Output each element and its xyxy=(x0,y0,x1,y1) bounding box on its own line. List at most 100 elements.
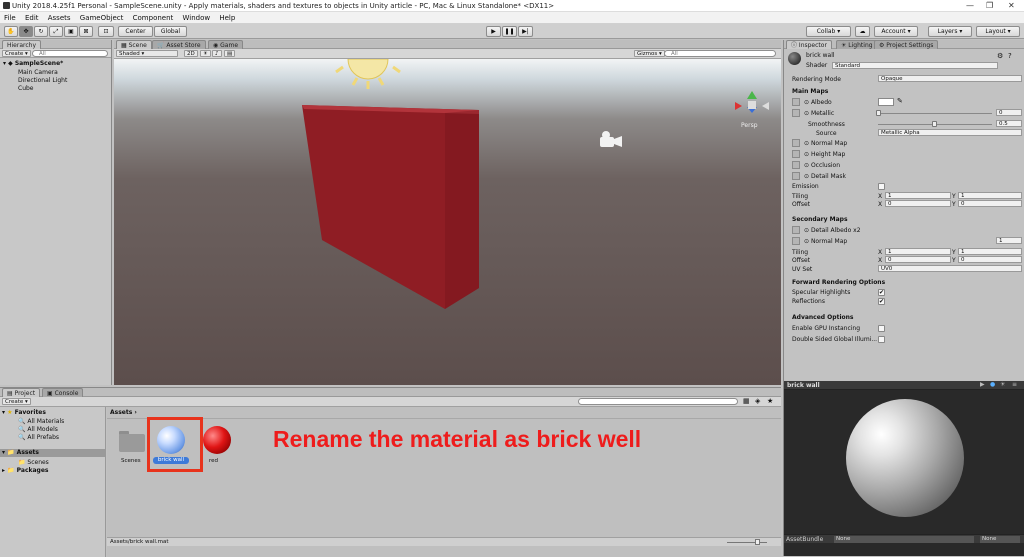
menu-help[interactable]: Help xyxy=(219,12,235,24)
collab-button[interactable]: Collab ▾ xyxy=(806,26,851,37)
metallic-value-field[interactable]: 0 xyxy=(996,109,1022,116)
offset-x-field[interactable]: 0 xyxy=(885,200,951,207)
assets-folder-node[interactable]: ▾ 📁 Assets xyxy=(0,449,105,457)
menu-file[interactable]: File xyxy=(4,12,16,24)
normal-map-slot[interactable] xyxy=(792,139,800,147)
scene-root-item[interactable]: ▾ ◆ SampleScene* xyxy=(3,60,63,67)
audio-toggle-icon[interactable]: ♪ xyxy=(212,50,222,57)
packages-folder-node[interactable]: ▸ 📁 Packages xyxy=(2,467,49,474)
emission-checkbox[interactable] xyxy=(878,183,885,190)
tab-project-settings[interactable]: ⚙ Project Settings xyxy=(874,40,939,49)
lighting-toggle-icon[interactable]: ☀ xyxy=(200,50,211,57)
metallic-slider-thumb[interactable] xyxy=(876,110,881,116)
menu-window[interactable]: Window xyxy=(183,12,211,24)
tab-game[interactable]: ◉ Game xyxy=(208,40,244,49)
tab-asset-store[interactable]: 🛒 Asset Store xyxy=(152,40,206,49)
hand-tool-icon[interactable]: ✋ xyxy=(4,26,18,37)
tab-lighting[interactable]: ☀ Lighting xyxy=(836,40,878,49)
metallic-texture-slot[interactable] xyxy=(792,109,800,117)
minimize-icon[interactable]: — xyxy=(966,1,974,10)
favorite-item[interactable]: 🔍 All Models xyxy=(18,426,58,433)
menu-assets[interactable]: Assets xyxy=(48,12,71,24)
pivot-center-button[interactable]: Center xyxy=(118,26,153,37)
hierarchy-search-input[interactable]: All xyxy=(32,50,108,57)
layers-dropdown[interactable]: Layers ▾ xyxy=(928,26,972,37)
favorite-item[interactable]: 🔍 All Materials xyxy=(18,418,64,425)
favorite-item[interactable]: 🔍 All Prefabs xyxy=(18,434,59,441)
cube-wall[interactable] xyxy=(302,105,479,309)
rect-tool-icon[interactable]: ▣ xyxy=(64,26,78,37)
albedo-color-swatch[interactable] xyxy=(878,98,894,106)
gpu-instancing-checkbox[interactable] xyxy=(878,325,885,332)
rotate-tool-icon[interactable]: ↻ xyxy=(34,26,48,37)
space-global-button[interactable]: Global xyxy=(154,26,187,37)
offset2-x-field[interactable]: 0 xyxy=(885,256,951,263)
maximize-icon[interactable]: ❐ xyxy=(986,1,993,10)
icon-size-slider-thumb[interactable] xyxy=(755,539,760,545)
step-icon[interactable]: ▶| xyxy=(518,26,533,37)
source-dropdown[interactable]: Metallic Alpha xyxy=(878,129,1022,136)
asset-label-brick-wall[interactable]: brick wall xyxy=(153,457,189,464)
assets-breadcrumb[interactable]: Assets › xyxy=(110,409,137,416)
reflections-checkbox[interactable]: ✔ xyxy=(878,298,885,305)
uv-set-dropdown[interactable]: UV0 xyxy=(878,265,1022,272)
asset-item-red[interactable] xyxy=(203,426,231,454)
tiling-y-field[interactable]: 1 xyxy=(958,192,1022,199)
gizmos-dropdown[interactable]: Gizmos ▾ xyxy=(634,50,665,57)
search-by-label-icon[interactable]: ◈ xyxy=(755,397,760,405)
asset-item-scenes[interactable] xyxy=(117,429,147,453)
icon-size-slider[interactable] xyxy=(727,542,767,543)
assetbundle-dropdown[interactable]: None xyxy=(834,536,974,543)
tab-project[interactable]: ▤ Project xyxy=(2,388,41,397)
detail-albedo-slot[interactable] xyxy=(792,226,800,234)
eyedropper-icon[interactable]: ✎ xyxy=(897,97,903,105)
scale-tool-icon[interactable]: ⤢ xyxy=(49,26,63,37)
preview-play-icon[interactable]: ▶ xyxy=(980,381,985,388)
inspector-settings-icon[interactable]: ⚙ xyxy=(997,52,1003,60)
preview-sphere-icon[interactable]: ● xyxy=(990,381,995,388)
menu-gameobject[interactable]: GameObject xyxy=(80,12,124,24)
scenes-folder-node[interactable]: 📁 Scenes xyxy=(18,459,49,466)
menu-edit[interactable]: Edit xyxy=(25,12,39,24)
detail-mask-slot[interactable] xyxy=(792,172,800,180)
tiling-x-field[interactable]: 1 xyxy=(885,192,951,199)
mode-2d-toggle[interactable]: 2D xyxy=(184,50,198,57)
layout-dropdown[interactable]: Layout ▾ xyxy=(976,26,1020,37)
play-icon[interactable]: ▶ xyxy=(486,26,501,37)
menu-component[interactable]: Component xyxy=(133,12,174,24)
orientation-gizmo-icon[interactable] xyxy=(735,91,769,113)
effects-toggle-icon[interactable]: ▤ xyxy=(224,50,236,57)
placeholder-tool-icon[interactable]: ⊡ xyxy=(98,26,114,37)
offset2-y-field[interactable]: 0 xyxy=(958,256,1022,263)
secondary-normal-map-slot[interactable] xyxy=(792,237,800,245)
cloud-icon[interactable]: ☁ xyxy=(855,26,870,37)
favorites-star-icon[interactable]: ★ xyxy=(767,397,773,405)
metallic-slider[interactable] xyxy=(878,113,992,114)
inspector-help-icon[interactable]: ? xyxy=(1008,52,1012,60)
search-by-type-icon[interactable]: ▦ xyxy=(743,397,750,405)
project-search-input[interactable] xyxy=(578,398,738,405)
preview-sphere[interactable] xyxy=(846,399,964,517)
preview-light-icon[interactable]: ☀ xyxy=(1000,381,1005,388)
variant-dropdown[interactable]: None xyxy=(980,536,1020,543)
account-dropdown[interactable]: Account ▾ xyxy=(874,26,918,37)
close-icon[interactable]: ✕ xyxy=(1008,1,1015,10)
asset-item-brick-wall[interactable] xyxy=(157,426,185,454)
favorites-node[interactable]: ▾ ★ Favorites xyxy=(2,409,46,416)
shader-dropdown[interactable]: Standard xyxy=(832,62,998,69)
scene-search-input[interactable]: All xyxy=(664,50,776,57)
smoothness-value-field[interactable]: 0.5 xyxy=(996,120,1022,127)
occlusion-slot[interactable] xyxy=(792,161,800,169)
camera-gizmo-icon[interactable] xyxy=(600,131,622,147)
tab-console[interactable]: ▣ Console xyxy=(42,388,84,397)
move-tool-icon[interactable]: ✥ xyxy=(19,26,33,37)
hierarchy-item-cube[interactable]: Cube xyxy=(18,85,34,92)
hierarchy-item-directional-light[interactable]: Directional Light xyxy=(18,77,67,84)
rendering-mode-dropdown[interactable]: Opaque xyxy=(878,75,1022,82)
tab-scene[interactable]: ▦ Scene xyxy=(116,40,152,49)
tab-hierarchy[interactable]: Hierarchy xyxy=(2,40,42,49)
albedo-texture-slot[interactable] xyxy=(792,98,800,106)
pause-icon[interactable]: ❚❚ xyxy=(502,26,517,37)
preview-menu-icon[interactable]: ≡ xyxy=(1012,381,1017,388)
hierarchy-item-main-camera[interactable]: Main Camera xyxy=(18,69,58,76)
